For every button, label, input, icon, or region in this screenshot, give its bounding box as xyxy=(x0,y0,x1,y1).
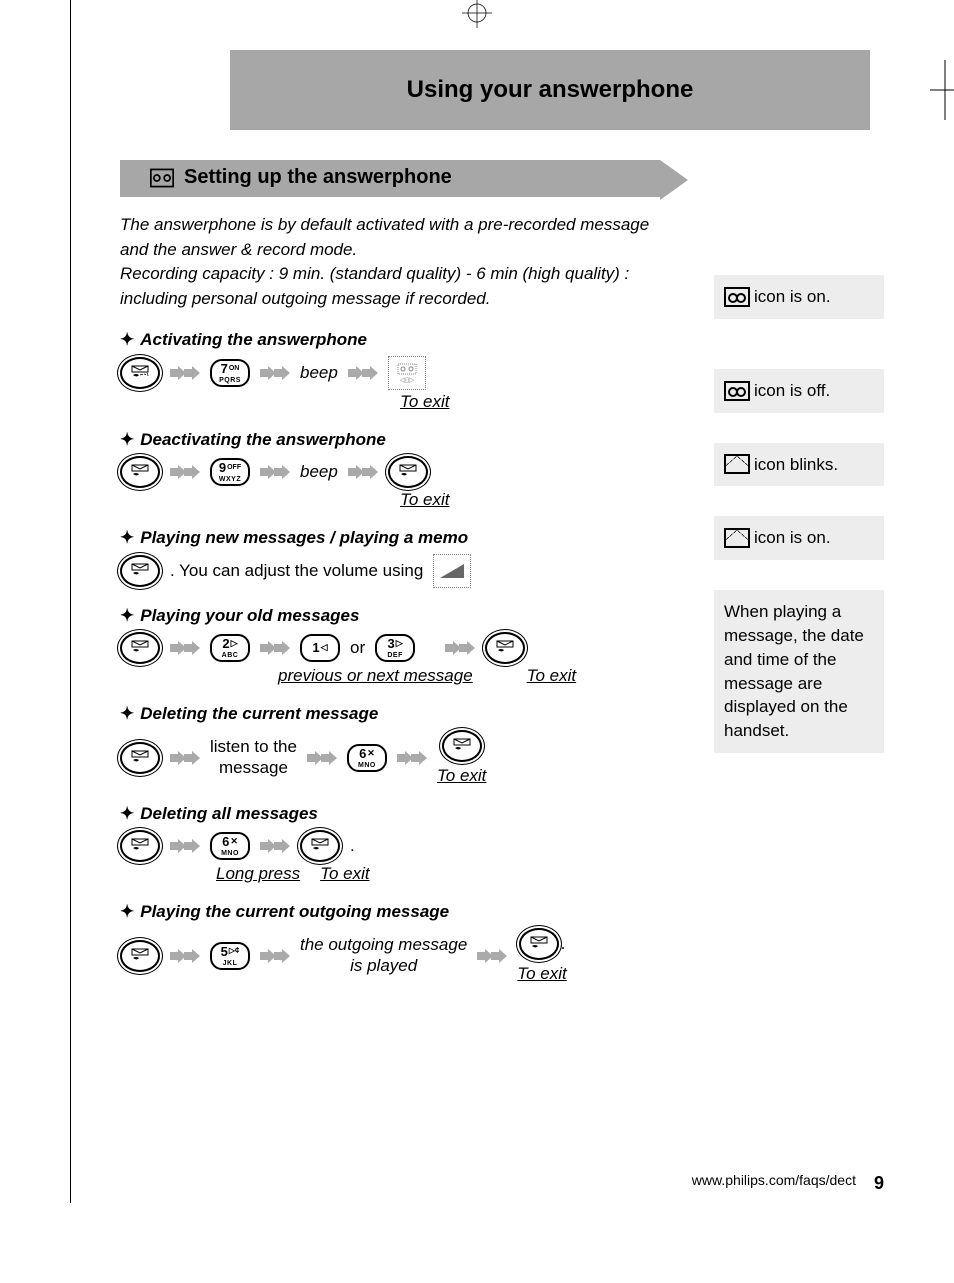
footer-url: www.philips.com/faqs/dect xyxy=(692,1172,856,1188)
arrow-icon xyxy=(348,366,378,380)
envelope-icon xyxy=(724,454,750,474)
to-exit-label: To exit xyxy=(400,392,449,411)
ogm-label-2: is played xyxy=(350,956,417,976)
ogm-label-1: the outgoing message xyxy=(300,935,467,955)
arrow-icon xyxy=(348,465,378,479)
key-7-button[interactable]: 7ONPQRS xyxy=(210,359,250,387)
note-icon-off: icon is off. xyxy=(714,369,884,413)
long-press-label: Long press xyxy=(216,864,300,884)
answer-key-button[interactable] xyxy=(120,357,160,389)
answer-key-button[interactable] xyxy=(442,730,482,762)
prev-next-label: previous or next message xyxy=(278,666,473,686)
answer-key-button[interactable] xyxy=(120,632,160,664)
answer-key-button[interactable] xyxy=(388,456,428,488)
key-3-button[interactable]: 3▷DEF xyxy=(375,634,415,662)
note-date-time: When playing a message, the date and tim… xyxy=(714,590,884,753)
to-exit-label: To exit xyxy=(437,766,486,786)
section-heading: Setting up the answerphone xyxy=(120,160,660,197)
period: . xyxy=(561,934,566,954)
page-footer: www.philips.com/faqs/dect 9 xyxy=(692,1167,884,1188)
answer-key-button[interactable] xyxy=(120,555,160,587)
key-6-button[interactable]: 6✕MNO xyxy=(210,832,250,860)
key-1-button[interactable]: 1◁ xyxy=(300,634,340,662)
answer-key-button[interactable] xyxy=(120,456,160,488)
bullet-heading: Playing the current outgoing message xyxy=(120,902,690,922)
arrow-icon xyxy=(260,949,290,963)
answer-key-button[interactable] xyxy=(300,830,340,862)
intro-text: The answerphone is by default activated … xyxy=(120,213,690,312)
arrow-icon xyxy=(260,641,290,655)
listen-label-1: listen to the xyxy=(210,737,297,757)
to-exit-label: To exit xyxy=(400,490,449,509)
arrow-icon xyxy=(170,465,200,479)
to-exit-label: To exit xyxy=(527,666,576,686)
bullet-heading: Deactivating the answerphone xyxy=(120,430,690,450)
answer-key-button[interactable] xyxy=(120,940,160,972)
arrow-icon xyxy=(477,949,507,963)
key-9-button[interactable]: 9OFFWXYZ xyxy=(210,458,250,486)
arrow-icon xyxy=(170,751,200,765)
answer-key-button[interactable] xyxy=(120,830,160,862)
bullet-heading: Activating the answerphone xyxy=(120,330,690,350)
arrow-icon xyxy=(170,949,200,963)
section-title: Setting up the answerphone xyxy=(184,166,452,189)
arrow-icon xyxy=(260,465,290,479)
main-content: Setting up the answerphone The answerpho… xyxy=(120,160,690,986)
arrow-icon xyxy=(260,366,290,380)
arrow-icon xyxy=(397,751,427,765)
period: . xyxy=(350,836,355,856)
display-icon: ◁▯▷ xyxy=(388,356,426,390)
note-icon-on: icon is on. xyxy=(714,275,884,319)
envelope-icon xyxy=(724,528,750,548)
beep-label: beep xyxy=(300,363,338,383)
or-label: or xyxy=(350,638,365,658)
bullet-heading: Playing new messages / playing a memo xyxy=(120,528,690,548)
arrow-icon xyxy=(170,641,200,655)
listen-label-2: message xyxy=(219,758,288,778)
tape-icon xyxy=(724,287,750,307)
volume-icon xyxy=(433,554,471,588)
answer-key-button[interactable] xyxy=(519,928,559,960)
side-notes: icon is on. icon is off. icon blinks. ic… xyxy=(714,160,884,986)
key-2-button[interactable]: 2▷ABC xyxy=(210,634,250,662)
bullet-heading: Deleting the current message xyxy=(120,704,690,724)
arrow-icon xyxy=(260,839,290,853)
arrow-icon xyxy=(170,366,200,380)
note-icon-on-2: icon is on. xyxy=(714,516,884,560)
bullet-heading: Deleting all messages xyxy=(120,804,690,824)
arrow-icon xyxy=(170,839,200,853)
answer-key-button[interactable] xyxy=(485,632,525,664)
note-icon-blinks: icon blinks. xyxy=(714,443,884,487)
arrow-icon xyxy=(307,751,337,765)
key-6-button[interactable]: 6✕MNO xyxy=(347,744,387,772)
answerphone-icon xyxy=(150,168,174,188)
to-exit-label: To exit xyxy=(517,964,566,984)
bullet-heading: Playing your old messages xyxy=(120,606,690,626)
tape-icon xyxy=(724,381,750,401)
page-title: Using your answerphone xyxy=(230,76,870,104)
page-title-bar: Using your answerphone xyxy=(230,50,870,130)
registration-side-icon xyxy=(930,60,954,120)
svg-text:◁▯▷: ◁▯▷ xyxy=(400,377,415,384)
arrow-icon xyxy=(445,641,475,655)
answer-key-button[interactable] xyxy=(120,742,160,774)
crop-line xyxy=(70,0,71,1203)
page-number: 9 xyxy=(874,1173,884,1194)
key-5-button[interactable]: 5▷¢JKL xyxy=(210,942,250,970)
to-exit-label: To exit xyxy=(320,864,369,884)
beep-label: beep xyxy=(300,462,338,482)
volume-text: . You can adjust the volume using xyxy=(170,561,423,581)
